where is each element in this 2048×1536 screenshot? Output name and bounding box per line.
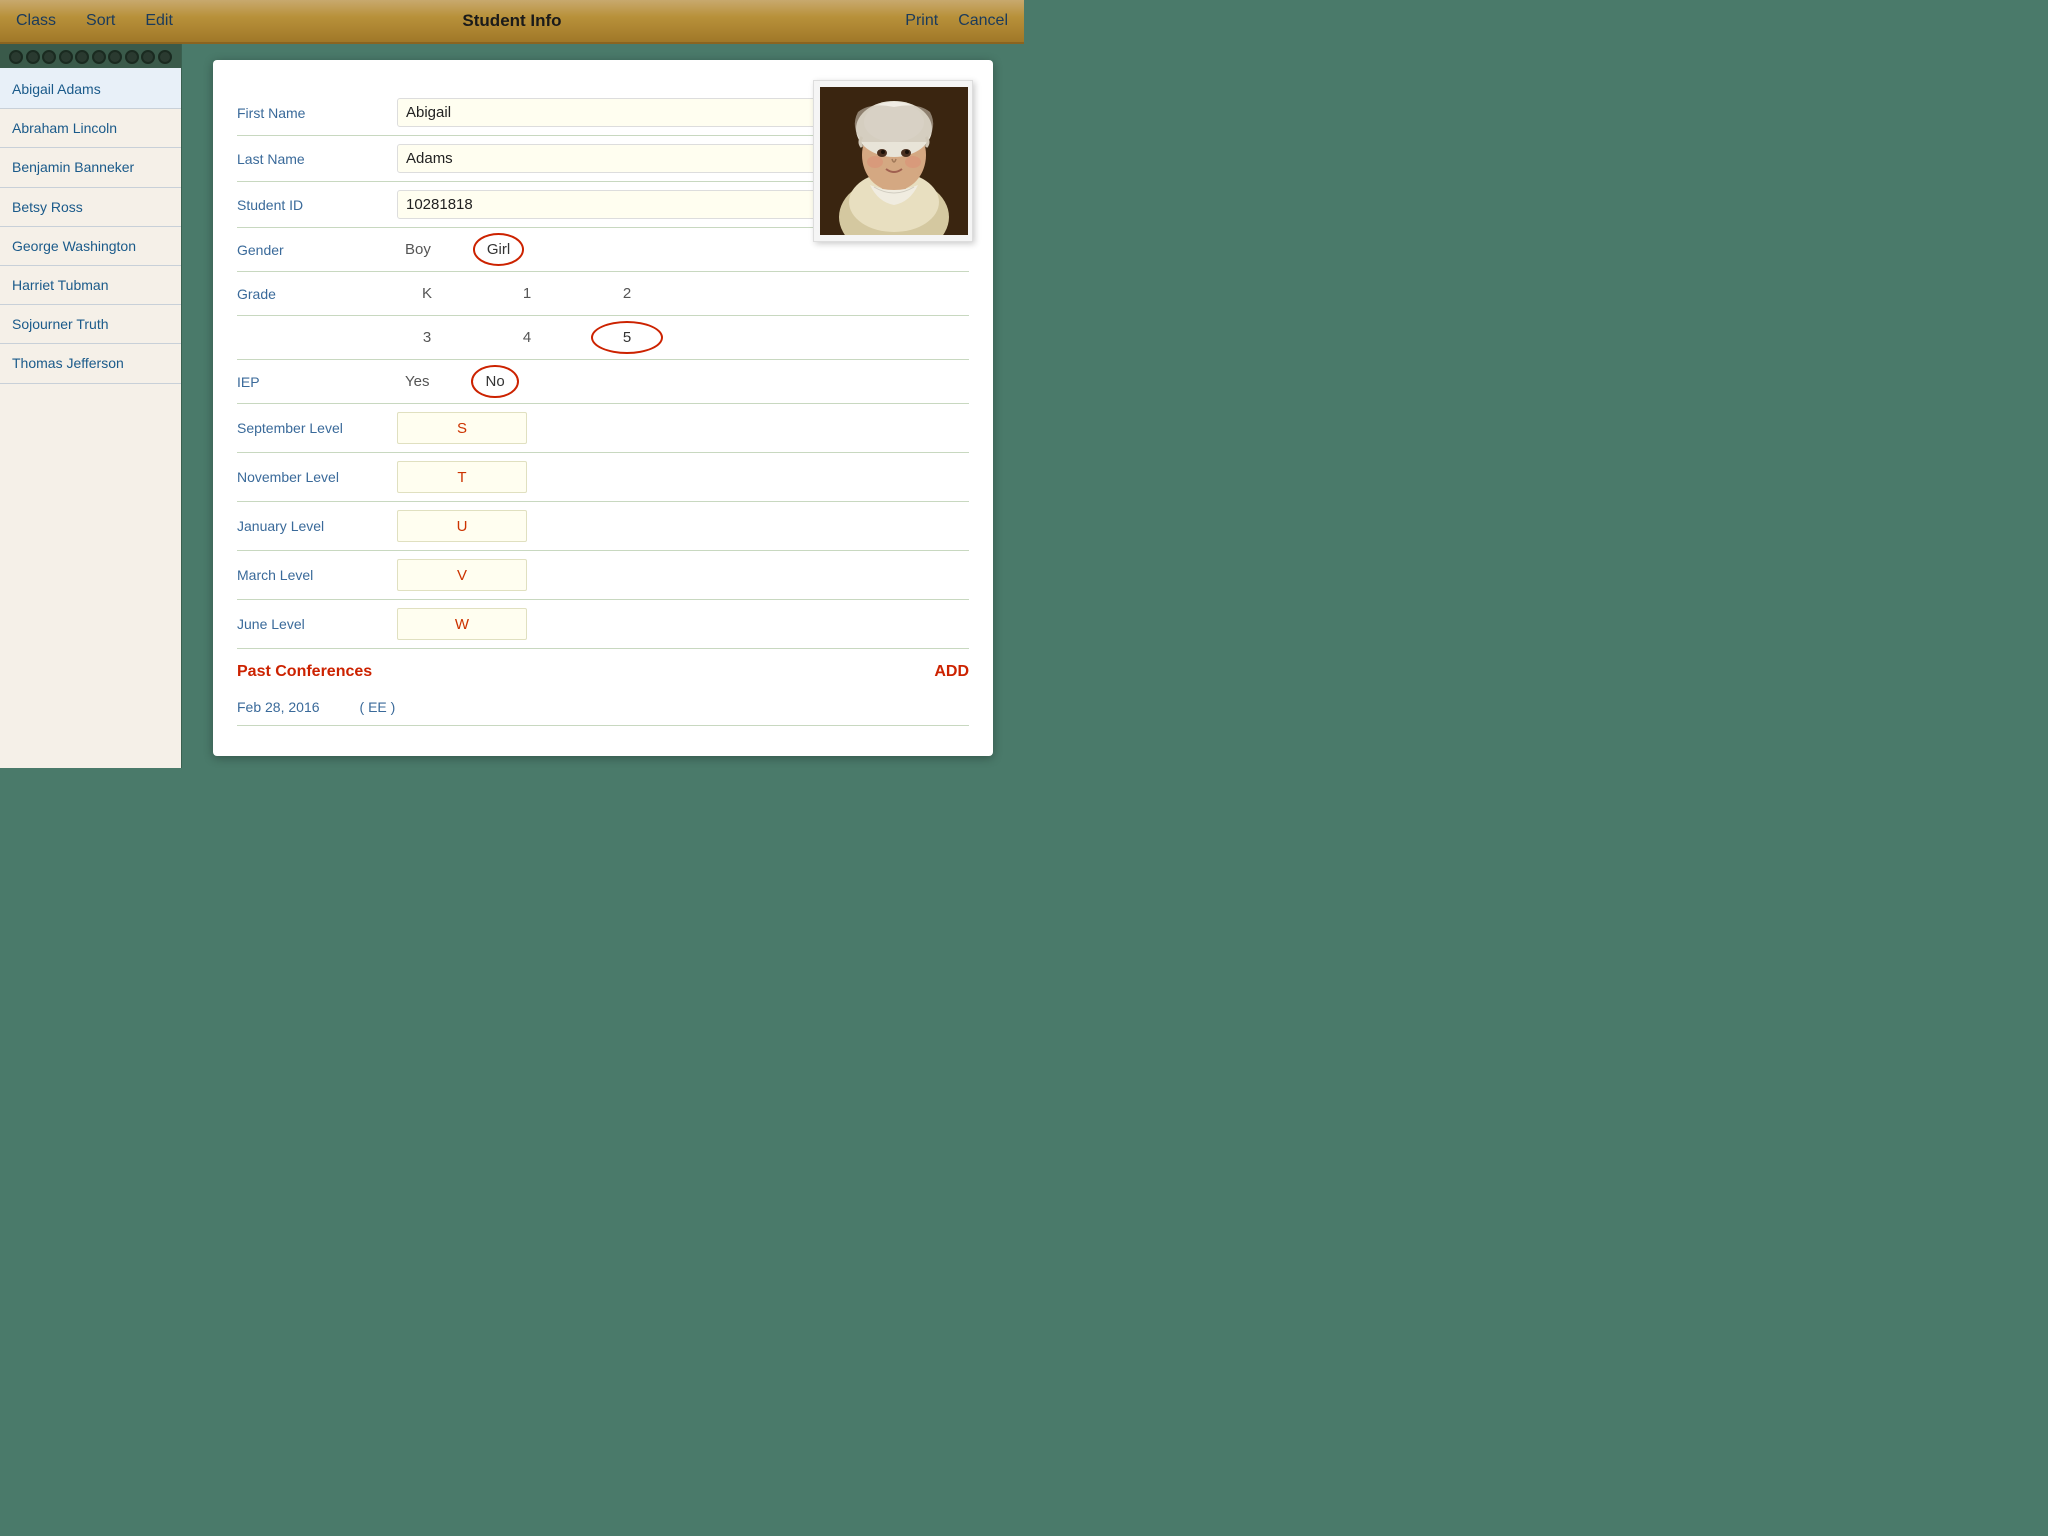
grade-row-1: Grade K 1 2	[237, 272, 969, 316]
january-level-label: January Level	[237, 518, 397, 534]
page-title: Student Info	[462, 11, 561, 30]
ring	[158, 50, 172, 64]
student-photo	[820, 87, 968, 235]
past-conferences-label: Past Conferences	[237, 663, 372, 681]
march-level-row: March Level V	[237, 551, 969, 600]
sidebar-item[interactable]: Abigail Adams	[0, 68, 181, 109]
grade-group-2: 3 4 5	[397, 325, 969, 350]
sidebar-item[interactable]: Abraham Lincoln	[0, 109, 181, 148]
ring	[108, 50, 122, 64]
ring	[141, 50, 155, 64]
first-name-label: First Name	[237, 105, 397, 121]
grade-3-option[interactable]: 3	[397, 325, 457, 350]
student-photo-container	[813, 80, 973, 242]
grade-k-option[interactable]: K	[397, 281, 457, 306]
sidebar-item[interactable]: Betsy Ross	[0, 188, 181, 227]
march-level-label: March Level	[237, 567, 397, 583]
ring	[92, 50, 106, 64]
main-layout: Abigail AdamsAbraham LincolnBenjamin Ban…	[0, 44, 1024, 768]
conference-date: Feb 28, 2016	[237, 699, 320, 715]
iep-group: Yes No	[397, 369, 969, 394]
sidebar-item[interactable]: George Washington	[0, 227, 181, 266]
grade-5-option[interactable]: 5	[597, 325, 657, 350]
grade-1-option[interactable]: 1	[497, 281, 557, 306]
grade-label: Grade	[237, 286, 397, 302]
sidebar-item[interactable]: Thomas Jefferson	[0, 344, 181, 383]
grade-4-option[interactable]: 4	[497, 325, 557, 350]
iep-label: IEP	[237, 374, 397, 390]
nav-bar: Class Sort Edit Student Info Print Cance…	[0, 0, 1024, 44]
september-level-value[interactable]: S	[397, 412, 527, 444]
past-conferences-header: Past Conferences ADD	[237, 649, 969, 689]
sort-button[interactable]: Sort	[86, 12, 115, 30]
edit-button[interactable]: Edit	[145, 12, 173, 30]
november-level-value[interactable]: T	[397, 461, 527, 493]
iep-yes-option[interactable]: Yes	[397, 369, 437, 394]
iep-row: IEP Yes No	[237, 360, 969, 404]
gender-girl-option[interactable]: Girl	[479, 237, 518, 262]
last-name-label: Last Name	[237, 151, 397, 167]
grade-group-1: K 1 2	[397, 281, 969, 306]
sidebar-item[interactable]: Benjamin Banneker	[0, 148, 181, 187]
june-level-label: June Level	[237, 616, 397, 632]
june-level-row: June Level W	[237, 600, 969, 649]
add-conference-button[interactable]: ADD	[934, 663, 969, 681]
content-area: First Name Last Name Student ID Gender	[182, 44, 1024, 768]
sidebar-item[interactable]: Sojourner Truth	[0, 305, 181, 344]
gender-boy-option[interactable]: Boy	[397, 237, 439, 262]
november-level-row: November Level T	[237, 453, 969, 502]
ring	[42, 50, 56, 64]
grade-row-2: 3 4 5	[237, 316, 969, 360]
iep-no-option[interactable]: No	[477, 369, 512, 394]
ring	[75, 50, 89, 64]
january-level-value[interactable]: U	[397, 510, 527, 542]
gender-label: Gender	[237, 242, 397, 258]
ring	[59, 50, 73, 64]
grade-2-option[interactable]: 2	[597, 281, 657, 306]
grade-circle	[591, 321, 663, 354]
sidebar-item[interactable]: Harriet Tubman	[0, 266, 181, 305]
conference-note: ( EE )	[360, 699, 396, 715]
student-id-label: Student ID	[237, 197, 397, 213]
cancel-button[interactable]: Cancel	[958, 12, 1008, 30]
class-button[interactable]: Class	[16, 12, 56, 30]
ring	[26, 50, 40, 64]
june-level-value[interactable]: W	[397, 608, 527, 640]
student-panel: First Name Last Name Student ID Gender	[213, 60, 993, 756]
september-level-row: September Level S	[237, 404, 969, 453]
notebook-rings	[0, 44, 181, 68]
student-list: Abigail AdamsAbraham LincolnBenjamin Ban…	[0, 68, 181, 768]
march-level-value[interactable]: V	[397, 559, 527, 591]
sidebar: Abigail AdamsAbraham LincolnBenjamin Ban…	[0, 44, 182, 768]
november-level-label: November Level	[237, 469, 397, 485]
january-level-row: January Level U	[237, 502, 969, 551]
september-level-label: September Level	[237, 420, 397, 436]
ring	[9, 50, 23, 64]
ring	[125, 50, 139, 64]
conference-row: Feb 28, 2016 ( EE )	[237, 689, 969, 726]
print-button[interactable]: Print	[905, 12, 938, 30]
